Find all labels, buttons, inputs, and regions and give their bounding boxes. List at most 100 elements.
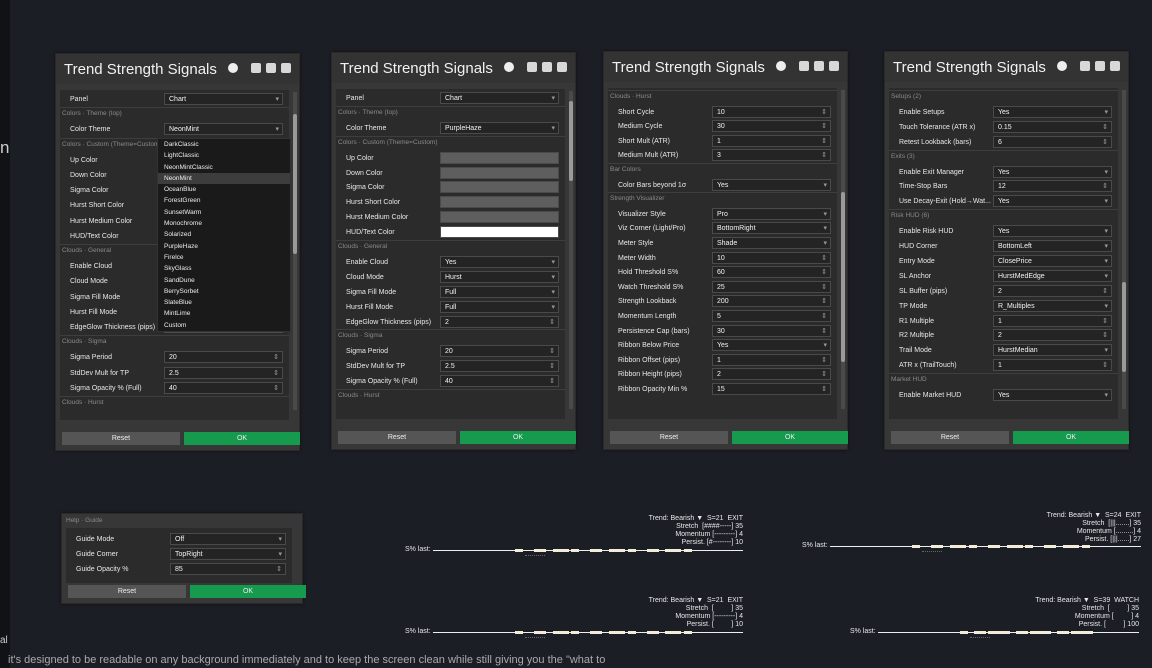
theme-option[interactable]: Monochrome [158,218,290,229]
dropdown[interactable]: ClosePrice [993,254,1112,267]
dropdown[interactable]: NeonMint [164,123,283,136]
theme-option[interactable]: LightClassic [158,150,290,161]
theme-option[interactable]: Firelce [158,252,290,263]
spinner-input[interactable]: 40 [440,375,559,388]
spinner-input[interactable]: 85 [170,563,286,575]
spinner-input[interactable]: 12 [993,180,1112,193]
dropdown[interactable]: Shade [712,237,831,249]
spinner-input[interactable]: 6 [993,135,1112,148]
spinner-input[interactable]: 2 [993,329,1112,342]
spinner-input[interactable]: 5 [712,310,831,322]
dropdown[interactable]: Yes [712,339,831,352]
color-swatch[interactable] [440,226,559,239]
ok-button[interactable]: OK [190,585,306,598]
theme-option[interactable]: MintLime [158,308,290,319]
dropdown[interactable]: TopRight [170,548,286,560]
minimize-icon[interactable] [1080,61,1090,71]
dropdown[interactable]: Yes [993,195,1112,208]
spinner-input[interactable]: 10 [712,251,831,264]
spinner-input[interactable]: 15 [712,383,831,395]
dropdown[interactable]: Yes [993,105,1112,118]
dropdown[interactable]: Pro [712,207,831,220]
color-swatch[interactable] [440,196,559,209]
reset-button[interactable]: Reset [610,431,728,444]
theme-option[interactable]: OceanBlue [158,184,290,195]
theme-option[interactable]: PurpleHaze [158,241,290,252]
theme-option[interactable]: SandDune [158,275,290,286]
spinner-input[interactable]: 2.5 [440,360,559,373]
dropdown[interactable]: Hurst [440,270,559,283]
dropdown[interactable]: Yes [993,165,1112,178]
save-icon[interactable] [814,61,824,71]
theme-option[interactable]: SlateBlue [158,297,290,308]
info-icon[interactable] [1057,61,1067,71]
delete-icon[interactable] [281,63,291,73]
scrollbar-thumb[interactable] [1122,282,1126,372]
ok-button[interactable]: OK [1013,431,1129,444]
scrollbar-thumb[interactable] [293,114,297,254]
spinner-input[interactable]: 2 [440,315,559,328]
delete-icon[interactable] [829,61,839,71]
theme-option[interactable]: Solarized [158,229,290,240]
dropdown[interactable]: Full [440,285,559,298]
dropdown[interactable]: Off [170,533,286,545]
reset-button[interactable]: Reset [68,585,186,598]
scrollbar-thumb[interactable] [841,192,845,362]
spinner-input[interactable]: 30 [712,324,831,337]
dropdown[interactable]: Yes [440,255,559,268]
dropdown[interactable]: BottomLeft [993,240,1112,252]
dropdown[interactable]: Yes [712,178,831,191]
spinner-input[interactable]: 30 [712,120,831,133]
ok-button[interactable]: OK [460,431,576,444]
spinner-input[interactable]: 1 [993,359,1112,372]
color-swatch[interactable] [440,166,559,179]
dropdown[interactable]: HurstMedEdge [993,269,1112,282]
save-icon[interactable] [266,63,276,73]
theme-option[interactable]: Custom [158,320,290,331]
save-icon[interactable] [1095,61,1105,71]
dropdown[interactable]: Full [440,300,559,313]
dropdown[interactable]: HurstMedian [993,344,1112,357]
reset-button[interactable]: Reset [891,431,1009,444]
delete-icon[interactable] [557,62,567,72]
spinner-input[interactable]: 200 [712,295,831,308]
theme-option[interactable]: SunsetWarm [158,207,290,218]
dropdown[interactable]: Yes [993,389,1112,401]
reset-button[interactable]: Reset [62,432,180,445]
save-icon[interactable] [542,62,552,72]
minimize-icon[interactable] [799,61,809,71]
dropdown[interactable]: Chart [164,93,283,105]
spinner-input[interactable]: 1 [993,314,1112,327]
color-swatch[interactable] [440,211,559,224]
theme-option[interactable]: BerrySorbet [158,286,290,297]
delete-icon[interactable] [1110,61,1120,71]
theme-option[interactable]: NeonMint [158,172,290,185]
spinner-input[interactable]: 3 [712,149,831,162]
spinner-input[interactable]: 2 [993,284,1112,297]
info-icon[interactable] [776,61,786,71]
scrollbar-thumb[interactable] [569,101,573,181]
spinner-input[interactable]: 1 [712,134,831,147]
minimize-icon[interactable] [251,63,261,73]
spinner-input[interactable]: 1 [712,353,831,366]
info-icon[interactable] [504,62,514,72]
spinner-input[interactable]: 10 [712,105,831,118]
spinner-input[interactable]: 2.5 [164,366,283,379]
dropdown[interactable]: R_Multiples [993,299,1112,312]
reset-button[interactable]: Reset [338,431,456,444]
ok-button[interactable]: OK [732,431,848,444]
minimize-icon[interactable] [527,62,537,72]
theme-option[interactable]: SkyGlass [158,263,290,274]
theme-option[interactable]: ForestGreen [158,195,290,206]
spinner-input[interactable]: 60 [712,266,831,279]
theme-option[interactable]: NeonMintClassic [158,162,290,173]
spinner-input[interactable]: 20 [164,351,283,364]
color-swatch[interactable] [440,151,559,164]
theme-option[interactable]: DarkClassic [158,139,290,150]
dropdown[interactable]: PurpleHaze [440,121,559,134]
ok-button[interactable]: OK [184,432,300,445]
info-icon[interactable] [228,63,238,73]
spinner-input[interactable]: 0.15 [993,120,1112,133]
dropdown[interactable]: Yes [993,225,1112,238]
color-swatch[interactable] [440,181,559,194]
